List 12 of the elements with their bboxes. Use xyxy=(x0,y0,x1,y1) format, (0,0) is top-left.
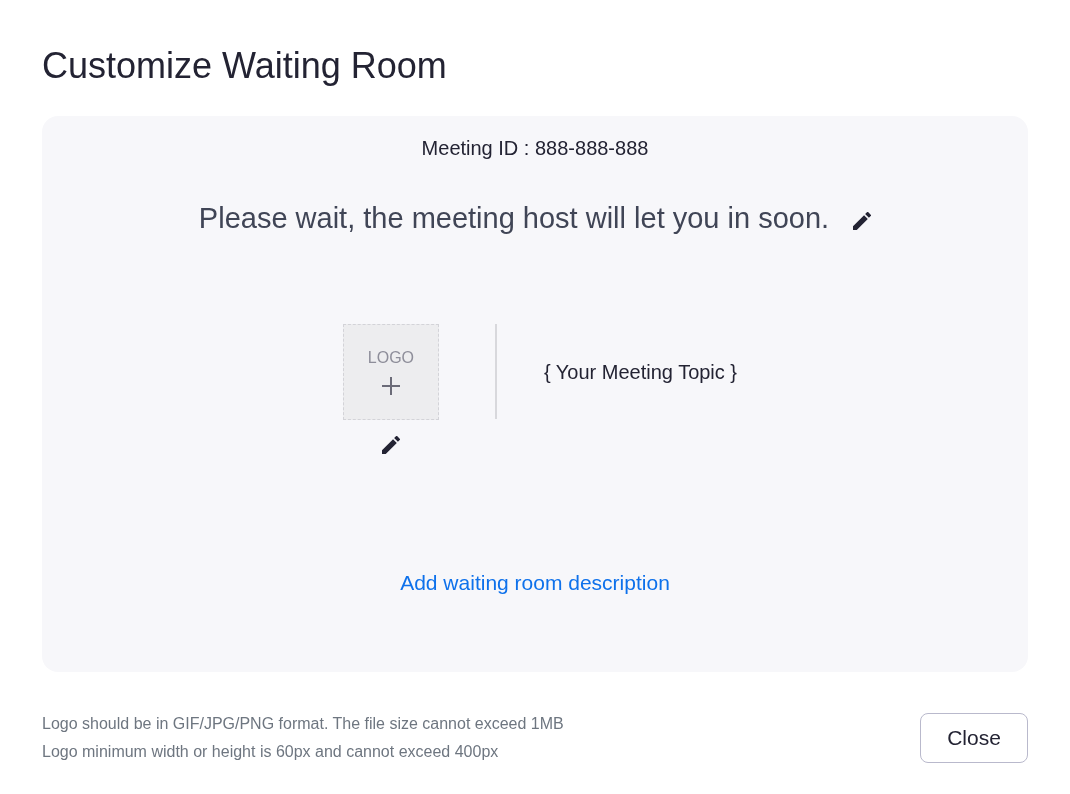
note-text: Logo minimum width or height is 60px and cannot exceed 400px xyxy=(42,742,500,762)
pencil-icon[interactable] xyxy=(381,436,400,454)
meeting-topic-text: { Your Meeting Topic } xyxy=(543,359,738,384)
close-button[interactable]: Close xyxy=(920,713,1028,763)
pencil-icon[interactable] xyxy=(853,212,872,230)
logo-upload-box[interactable]: LOGO xyxy=(342,324,439,420)
plus-icon xyxy=(381,377,400,395)
meeting-id-text: Meeting ID : 888-888-888 xyxy=(421,136,649,160)
dialog-title: Customize Waiting Room xyxy=(42,44,447,88)
note-text: Logo should be in GIF/JPG/PNG format. The file size cannot exceed 1MB xyxy=(42,714,564,734)
waiting-message: Please wait, the meeting host will let you in soon. xyxy=(198,201,830,236)
add-description-link[interactable]: Add waiting room description xyxy=(400,570,670,596)
